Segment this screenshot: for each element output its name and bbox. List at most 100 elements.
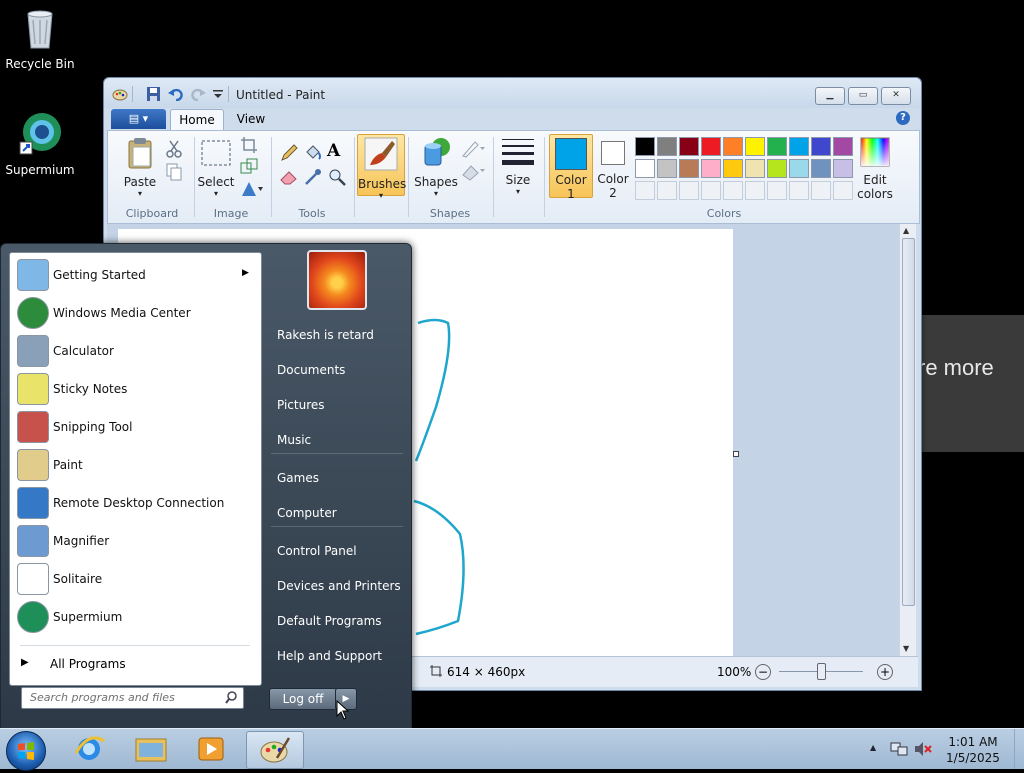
save-icon[interactable] <box>146 87 162 101</box>
all-programs-button[interactable]: ▶ All Programs <box>14 651 257 677</box>
taskbar-file-explorer[interactable] <box>124 731 178 767</box>
zoom-out-button[interactable]: − <box>755 664 771 680</box>
scroll-down-icon[interactable]: ▼ <box>903 644 909 653</box>
program-item[interactable]: Calculator <box>14 333 257 369</box>
close-button[interactable]: ✕ <box>881 87 911 105</box>
brushes-button[interactable]: Brushes ▾ <box>357 134 406 200</box>
search-input[interactable]: Search programs and files <box>21 687 244 709</box>
palette-color-swatch[interactable] <box>679 137 699 156</box>
palette-color-swatch[interactable] <box>833 137 853 156</box>
log-off-button[interactable]: Log off <box>269 688 337 710</box>
taskbar-media-player[interactable] <box>184 731 238 767</box>
pencil-icon[interactable] <box>279 143 299 163</box>
undo-icon[interactable] <box>168 87 184 101</box>
quick-access-dropdown-icon[interactable] <box>210 87 226 101</box>
color-1-button[interactable]: Color 1 <box>549 134 593 201</box>
volume-muted-icon[interactable] <box>914 741 932 757</box>
palette-color-swatch[interactable] <box>789 159 809 178</box>
tab-home[interactable]: Home <box>170 109 224 131</box>
copy-icon[interactable] <box>164 162 184 182</box>
taskbar-paint[interactable] <box>246 731 304 769</box>
palette-custom-slot[interactable] <box>811 181 831 200</box>
desktop-icon-recycle-bin[interactable]: Recycle Bin <box>0 6 80 71</box>
palette-color-swatch[interactable] <box>811 159 831 178</box>
palette-color-swatch[interactable] <box>635 137 655 156</box>
program-item[interactable]: Windows Media Center <box>14 295 257 331</box>
paste-button[interactable]: Paste ▾ <box>118 137 162 198</box>
program-item[interactable]: Solitaire <box>14 561 257 597</box>
program-item[interactable]: Magnifier <box>14 523 257 559</box>
eraser-icon[interactable] <box>279 167 299 187</box>
start-menu-place-item[interactable]: Control Panel <box>271 536 406 566</box>
tab-view[interactable]: View <box>228 109 274 130</box>
palette-color-swatch[interactable] <box>789 137 809 156</box>
scrollbar-thumb[interactable] <box>902 238 915 606</box>
scroll-up-icon[interactable]: ▲ <box>903 226 909 235</box>
palette-color-swatch[interactable] <box>657 137 677 156</box>
cut-icon[interactable] <box>164 139 184 159</box>
palette-color-swatch[interactable] <box>635 159 655 178</box>
program-item[interactable]: Paint <box>14 447 257 483</box>
start-menu-place-item[interactable]: Pictures <box>271 390 406 420</box>
program-item[interactable]: Supermium <box>14 599 257 635</box>
start-menu-place-item[interactable]: Help and Support <box>271 641 406 671</box>
palette-custom-slot[interactable] <box>789 181 809 200</box>
palette-color-swatch[interactable] <box>701 159 721 178</box>
fill-icon[interactable] <box>303 143 323 163</box>
user-avatar[interactable] <box>307 250 367 310</box>
canvas-resize-handle[interactable] <box>733 451 739 457</box>
help-icon[interactable]: ? <box>896 111 910 125</box>
color-picker-icon[interactable] <box>303 167 323 187</box>
palette-custom-slot[interactable] <box>657 181 677 200</box>
crop-icon[interactable] <box>239 135 259 155</box>
network-icon[interactable] <box>890 741 908 757</box>
select-button[interactable]: Select ▾ <box>196 137 236 198</box>
start-menu-place-item[interactable]: Devices and Printers <box>271 571 406 601</box>
palette-custom-slot[interactable] <box>679 181 699 200</box>
outline-icon[interactable] <box>460 139 486 159</box>
palette-custom-slot[interactable] <box>833 181 853 200</box>
minimize-button[interactable]: ▁ <box>815 87 845 105</box>
program-item[interactable]: Snipping Tool <box>14 409 257 445</box>
magnifier-tool-icon[interactable] <box>327 167 347 187</box>
color-2-button[interactable]: Color 2 <box>593 134 633 200</box>
title-bar[interactable]: Untitled - Paint ▁ ▭ ✕ <box>104 78 921 108</box>
palette-color-swatch[interactable] <box>723 137 743 156</box>
taskbar-internet-explorer[interactable] <box>62 731 116 767</box>
palette-color-swatch[interactable] <box>723 159 743 178</box>
palette-color-swatch[interactable] <box>833 159 853 178</box>
palette-color-swatch[interactable] <box>767 137 787 156</box>
start-menu-place-item[interactable]: Documents <box>271 355 406 385</box>
palette-custom-slot[interactable] <box>701 181 721 200</box>
palette-color-swatch[interactable] <box>767 159 787 178</box>
edit-colors-button[interactable]: Edit colors <box>853 137 897 201</box>
desktop-icon-supermium[interactable]: Supermium <box>0 112 80 177</box>
palette-color-swatch[interactable] <box>701 137 721 156</box>
palette-custom-slot[interactable] <box>635 181 655 200</box>
program-item[interactable]: Sticky Notes <box>14 371 257 407</box>
start-menu-place-item[interactable]: Music <box>271 425 406 455</box>
start-menu-place-item[interactable]: Rakesh is retard <box>271 320 406 350</box>
program-item[interactable]: Getting Started ▶ <box>14 257 257 293</box>
redo-icon[interactable] <box>190 87 206 101</box>
palette-color-swatch[interactable] <box>657 159 677 178</box>
show-hidden-icons-button[interactable]: ▲ <box>870 743 876 752</box>
start-button[interactable] <box>6 731 46 771</box>
shapes-button[interactable]: Shapes ▾ <box>413 137 459 198</box>
start-menu-place-item[interactable]: Default Programs <box>271 606 406 636</box>
program-item[interactable]: Remote Desktop Connection <box>14 485 257 521</box>
palette-custom-slot[interactable] <box>723 181 743 200</box>
start-menu-place-item[interactable]: Computer <box>271 498 406 528</box>
maximize-button[interactable]: ▭ <box>848 87 878 105</box>
text-icon[interactable]: A <box>327 141 347 161</box>
vertical-scrollbar[interactable]: ▲ ▼ <box>899 224 916 656</box>
size-button[interactable]: Size ▾ <box>498 137 538 196</box>
start-menu-place-item[interactable]: Games <box>271 463 406 493</box>
palette-custom-slot[interactable] <box>767 181 787 200</box>
palette-color-swatch[interactable] <box>745 137 765 156</box>
zoom-in-button[interactable]: + <box>877 664 893 680</box>
fill-shape-icon[interactable] <box>460 161 486 181</box>
show-desktop-button[interactable] <box>1014 729 1024 769</box>
file-menu-button[interactable]: ▤ ▾ <box>111 109 166 129</box>
rotate-icon[interactable] <box>239 179 265 199</box>
